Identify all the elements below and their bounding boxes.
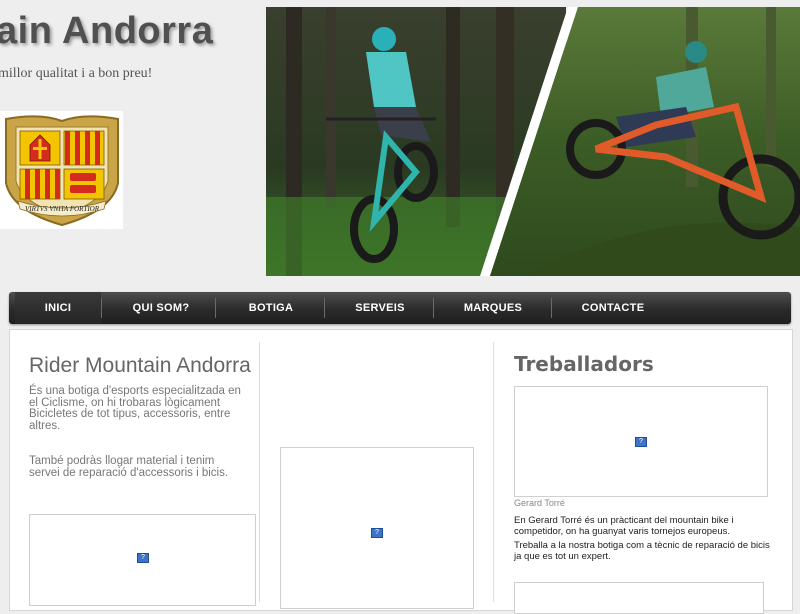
intro-paragraph: És una botiga d'esports especialitzada e… <box>29 385 241 432</box>
nav-separator <box>215 298 216 318</box>
nav-separator <box>324 298 325 318</box>
worker-photo-placeholder: ? <box>514 386 768 497</box>
nav-inici[interactable]: INICI <box>15 292 101 324</box>
second-worker-photo-placeholder <box>514 582 764 614</box>
column-divider <box>493 342 494 602</box>
workers-heading: Treballadors <box>514 352 654 376</box>
broken-image-icon: ? <box>371 528 383 538</box>
intro-heading: Rider Mountain Andorra <box>29 354 251 377</box>
site-title: ain Andorra <box>0 10 214 52</box>
andorra-crest: VIRTVS VNITA FORTIOR <box>0 111 123 229</box>
nav-separator <box>551 298 552 318</box>
nav-separator <box>101 298 102 318</box>
column-divider <box>259 342 260 602</box>
middle-image-placeholder: ? <box>280 447 474 609</box>
nav-marques[interactable]: MARQUES <box>435 292 551 324</box>
shop-image-placeholder: ? <box>29 514 256 606</box>
nav-serveis[interactable]: SERVEIS <box>326 292 434 324</box>
services-paragraph: També podràs llogar material i tenim ser… <box>29 455 229 479</box>
hero-banner <box>266 7 800 276</box>
broken-image-icon: ? <box>137 553 149 563</box>
nav-separator <box>433 298 434 318</box>
nav-contacte[interactable]: CONTACTE <box>553 292 673 324</box>
worker-caption: Gerard Torré <box>514 498 565 508</box>
nav-botiga[interactable]: BOTIGA <box>217 292 325 324</box>
worker-role: Treballa a la nostra botiga com a tècnic… <box>514 540 770 562</box>
site-tagline: millor qualitat i a bon preu! <box>0 66 153 81</box>
worker-bio: En Gerard Torré és un pràcticant del mou… <box>514 515 734 537</box>
crest-motto: VIRTVS VNITA FORTIOR <box>25 205 100 213</box>
nav-qui-som[interactable]: QUI SOM? <box>103 292 219 324</box>
broken-image-icon: ? <box>635 437 647 447</box>
main-nav: INICI QUI SOM? BOTIGA SERVEIS MARQUES CO… <box>9 292 791 324</box>
